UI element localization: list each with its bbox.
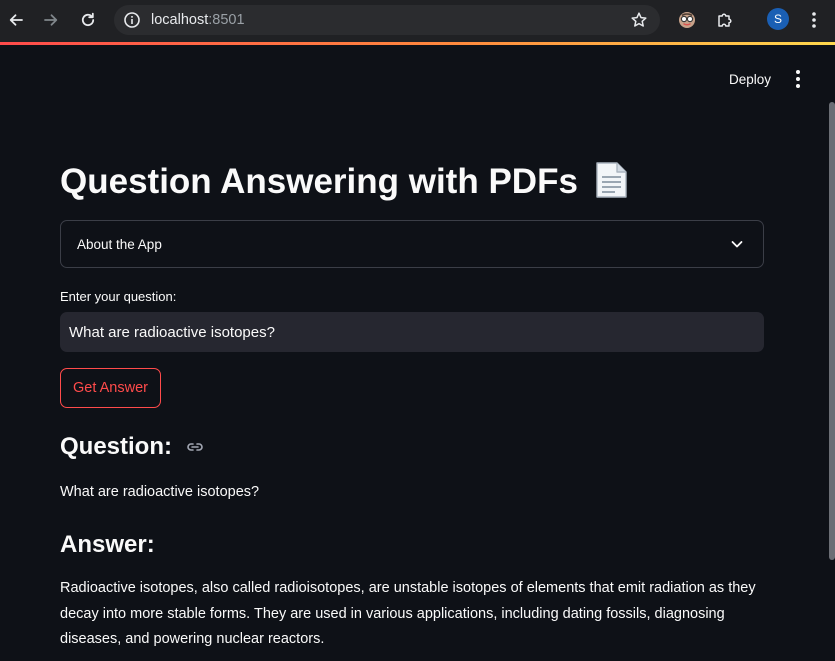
page-document-icon [594,161,628,212]
browser-menu-icon[interactable] [803,9,825,31]
reload-icon[interactable] [77,9,99,31]
page-title: Question Answering with PDFs [60,158,628,212]
url-text: localhost:8501 [151,11,245,29]
url-host: localhost [151,12,209,28]
status-decoration-bar [0,42,835,45]
about-app-expander[interactable]: About the App [60,220,764,268]
link-icon[interactable] [185,434,205,454]
extension-avatar-icon[interactable] [676,9,698,31]
question-heading: Question: [60,431,205,463]
get-answer-button[interactable]: Get Answer [60,368,161,408]
deploy-button[interactable]: Deploy [718,68,782,92]
browser-toolbar: localhost:8501 S [0,0,835,42]
question-input[interactable] [60,312,764,352]
forward-icon[interactable] [40,9,62,31]
question-text: What are radioactive isotopes? [60,484,260,500]
page-title-text: Question Answering with PDFs [60,162,578,201]
site-info-icon[interactable] [123,11,141,29]
question-heading-text: Question: [60,433,172,460]
address-bar[interactable]: localhost:8501 [114,5,660,35]
extensions-puzzle-icon[interactable] [714,9,736,31]
profile-avatar[interactable]: S [767,8,789,30]
answer-heading: Answer: [60,531,155,558]
page-scrollbar[interactable] [829,102,835,560]
question-input-label: Enter your question: [60,289,177,304]
bookmark-star-icon[interactable] [630,11,648,29]
url-port: :8501 [208,12,245,28]
chevron-down-icon [729,236,745,252]
expander-label: About the App [77,237,162,252]
back-icon[interactable] [5,9,27,31]
app-menu-icon[interactable] [789,69,807,89]
answer-text: Radioactive isotopes, also called radioi… [60,580,756,647]
